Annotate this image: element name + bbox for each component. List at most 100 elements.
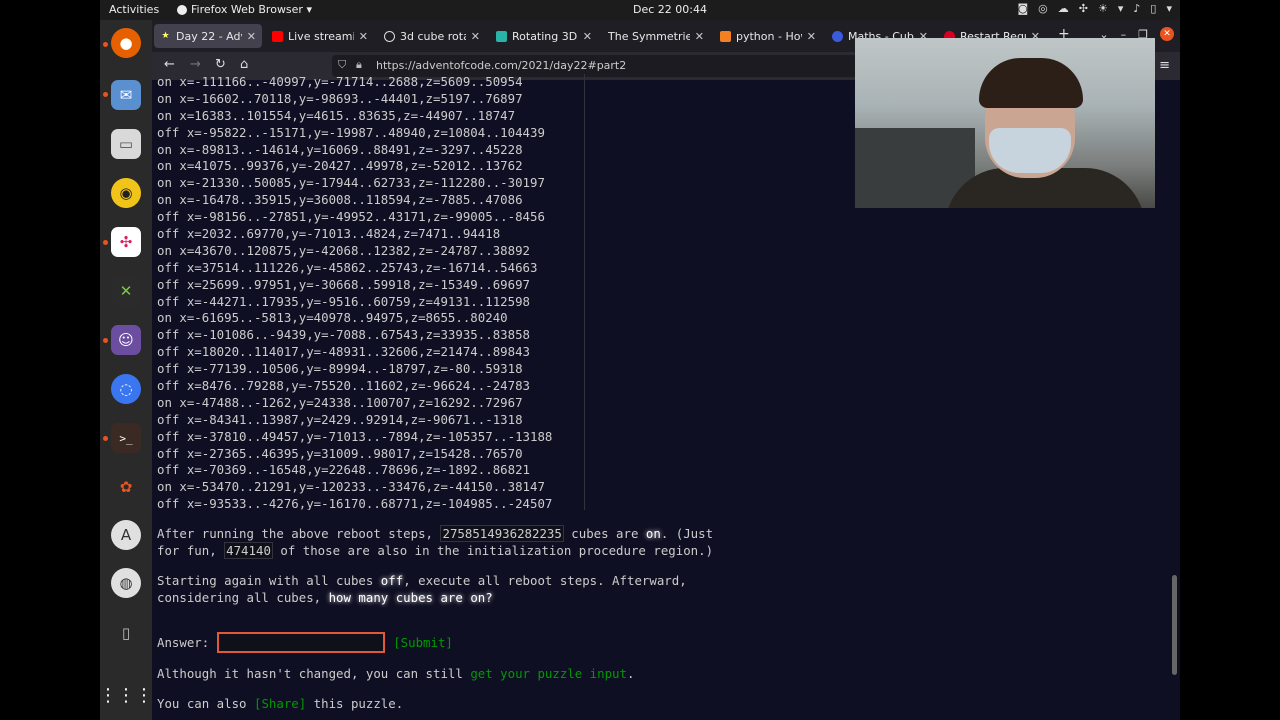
- tab-symmetries[interactable]: The Symmetries o ✕: [602, 24, 710, 48]
- puzzle-input-note: Although it hasn't changed, you can stil…: [157, 665, 634, 682]
- google-icon: [384, 30, 395, 42]
- system-top-bar: Activities Firefox Web Browser ▾ Dec 22 …: [100, 0, 1180, 20]
- tab-python-how[interactable]: python - How t ✕: [714, 24, 822, 48]
- back-icon[interactable]: ←: [164, 57, 175, 72]
- running-indicator: [103, 436, 108, 441]
- close-icon[interactable]: ✕: [807, 30, 816, 43]
- tracking-shield-icon[interactable]: ⛉: [338, 58, 346, 72]
- url-text: https://adventofcode.com/2021/day22#part…: [376, 59, 627, 72]
- pidgin-icon[interactable]: ☺: [111, 325, 141, 355]
- step-line: off x=-84341..13987,y=2429..92914,z=-906…: [157, 411, 523, 427]
- tab-title: Day 22 - Adven: [176, 29, 242, 43]
- tab-day22[interactable]: ★ Day 22 - Adven ✕: [154, 24, 262, 48]
- answer-input[interactable]: [217, 632, 386, 653]
- tab-3d-cube-rotation[interactable]: 3d cube rotati ✕: [378, 24, 486, 48]
- step-line: off x=25699..97951,y=-30668..59918,z=-15…: [157, 276, 530, 292]
- close-icon[interactable]: ✕: [471, 30, 480, 43]
- text: .: [626, 666, 635, 681]
- step-line: on x=43670..120875,y=-42068..12382,z=-24…: [157, 242, 530, 258]
- step-line: on x=-53470..21291,y=-120233..-33476,z=-…: [157, 479, 545, 495]
- close-icon[interactable]: ✕: [583, 30, 592, 43]
- terminal-icon[interactable]: >_: [111, 423, 141, 453]
- xmind-icon[interactable]: ✕: [111, 276, 141, 306]
- step-line: off x=-27365..46395,y=31009..98017,z=154…: [157, 445, 523, 461]
- face-mask: [989, 128, 1071, 173]
- answer-label: Answer:: [157, 635, 210, 650]
- firefox-icon[interactable]: ●: [111, 28, 141, 58]
- obs-icon[interactable]: ◍: [111, 568, 141, 598]
- stackoverflow-icon: [720, 30, 731, 42]
- text: considering all cubes,: [157, 590, 329, 605]
- step-line: off x=-70369..-16548,y=22648..78696,z=-1…: [157, 462, 530, 478]
- step-line: on x=-16602..70118,y=-98693..-44401,z=51…: [157, 90, 523, 106]
- tab-rotating-3d[interactable]: Rotating 3D sh ✕: [490, 24, 598, 48]
- system-tray[interactable]: ◙ ◎ ☁ ✣ ☀ ▾ ♪ ▯ ▾: [1017, 2, 1172, 15]
- clock[interactable]: Dec 22 00:44: [633, 3, 707, 16]
- tab-title: 3d cube rotati: [400, 29, 466, 43]
- close-window-icon[interactable]: ✕: [1160, 27, 1174, 41]
- home-icon[interactable]: ⌂: [240, 57, 248, 72]
- step-line: on x=41075..99376,y=-20427..49978,z=-520…: [157, 158, 523, 174]
- power-menu-icon[interactable]: ▾: [1166, 2, 1172, 15]
- step-line: off x=-101086..-9439,y=-7088..67543,z=33…: [157, 327, 530, 343]
- step-line: off x=8476..79288,y=-75520..11602,z=-966…: [157, 378, 530, 394]
- app-menu-label: Firefox Web Browser ▾: [191, 3, 312, 16]
- step-line: off x=2032..69770,y=-71013..4824,z=7471.…: [157, 226, 501, 242]
- wifi-icon[interactable]: ▾: [1118, 2, 1124, 15]
- step-line: on x=-89813..-14614,y=16069..88491,z=-32…: [157, 141, 523, 157]
- close-icon[interactable]: ✕: [247, 30, 256, 43]
- battery-icon[interactable]: ▯: [1150, 2, 1156, 15]
- close-icon[interactable]: ✕: [695, 30, 704, 43]
- tab-title: Live streaming: [288, 29, 354, 43]
- mail-icon[interactable]: ✉: [111, 80, 141, 110]
- volume-icon[interactable]: ♪: [1133, 2, 1140, 15]
- files-icon[interactable]: ▭: [111, 129, 141, 159]
- text: this puzzle.: [306, 696, 404, 711]
- step-line: on x=-21330..50085,y=-17944..62733,z=-11…: [157, 175, 545, 191]
- share-link[interactable]: [Share]: [254, 696, 306, 711]
- step-line: off x=-93533..-4276,y=-16170..68771,z=-1…: [157, 496, 553, 510]
- dock: ● ✉ ▭ ◉ ✣ ✕ ☺ ◌ >_ ✿ A ◍ ▯ ⋮⋮⋮: [99, 20, 153, 720]
- app-menu[interactable]: Firefox Web Browser ▾: [177, 3, 312, 16]
- puzzle-input-link[interactable]: get your puzzle input: [470, 666, 627, 681]
- activities-button[interactable]: Activities: [109, 3, 159, 16]
- step-line: on x=-16478..35915,y=36008..118594,z=-78…: [157, 192, 523, 208]
- tab-title: Rotating 3D sh: [512, 29, 578, 43]
- hamburger-menu-icon[interactable]: ≡: [1159, 58, 1170, 73]
- chrome-icon[interactable]: ◎: [1038, 2, 1048, 15]
- reload-icon[interactable]: ↻: [215, 57, 226, 72]
- slack-icon[interactable]: ✣: [1079, 2, 1088, 15]
- star-icon: ★: [161, 30, 170, 41]
- step-line: on x=-111166..-40997,y=-71714..2688,z=56…: [157, 74, 523, 89]
- step-line: off x=37514..111226,y=-45862..25743,z=-1…: [157, 259, 538, 275]
- screenshot-icon[interactable]: ◙: [1017, 2, 1028, 15]
- slack-icon[interactable]: ✣: [111, 227, 141, 257]
- rhythmbox-icon[interactable]: ◉: [111, 178, 141, 208]
- running-indicator: [103, 338, 108, 343]
- brightness-icon[interactable]: ☀: [1098, 2, 1108, 15]
- globe-icon: [832, 30, 843, 42]
- show-apps-icon[interactable]: ⋮⋮⋮: [99, 680, 153, 710]
- step-line: on x=-47488..-1262,y=24338..100707,z=162…: [157, 394, 523, 410]
- software-center-icon[interactable]: A: [111, 520, 141, 550]
- step-line: off x=-77139..10506,y=-89994..-18797,z=-…: [157, 361, 523, 377]
- tab-live-streaming[interactable]: Live streaming ✕: [266, 24, 374, 48]
- lotus-icon[interactable]: ✿: [111, 472, 141, 502]
- text: Starting again with all cubes: [157, 573, 381, 588]
- step-line: off x=-98156..-27851,y=-49952..43171,z=-…: [157, 209, 545, 225]
- page-scrollbar[interactable]: [1172, 575, 1177, 675]
- close-icon[interactable]: ✕: [359, 30, 368, 43]
- usb-drive-icon[interactable]: ▯: [111, 618, 141, 648]
- text: After running the above reboot steps,: [157, 526, 441, 541]
- task-paragraph: Starting again with all cubes off, execu…: [157, 572, 687, 606]
- math-se-icon: [496, 30, 507, 42]
- result-count: 2758514936282235: [440, 525, 564, 542]
- firefox-icon: [177, 4, 187, 15]
- forward-icon[interactable]: →: [190, 57, 201, 72]
- cloud-icon[interactable]: ☁: [1058, 2, 1069, 15]
- screen-border-right: [1180, 0, 1280, 720]
- signal-icon[interactable]: ◌: [111, 374, 141, 404]
- init-region-count: 474140: [224, 542, 273, 559]
- lock-icon[interactable]: 🔒︎: [356, 58, 362, 72]
- submit-button[interactable]: [Submit]: [393, 635, 453, 650]
